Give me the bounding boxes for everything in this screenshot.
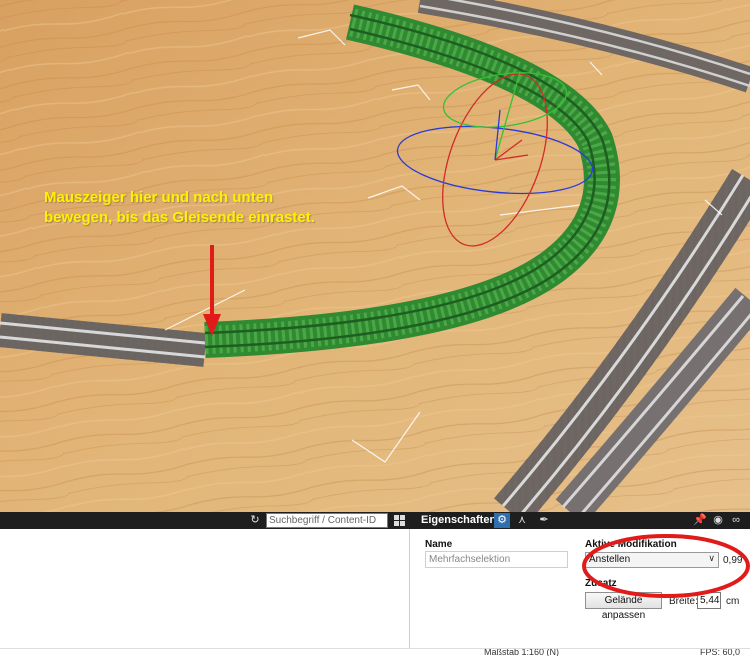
properties-title: Eigenschaften: [421, 514, 497, 526]
eye-icon[interactable]: ◉: [710, 513, 726, 528]
catalog-list[interactable]: ›: [0, 529, 410, 656]
chevron-down-icon: ∨: [708, 553, 715, 563]
name-label: Name: [425, 539, 453, 550]
properties-toolbar: Eigenschaften ⚙ ⋏ ✒ 📌 ◉ ∞: [410, 512, 750, 529]
width-label: Breite:: [669, 596, 698, 607]
extra-label: Zusatz: [585, 578, 617, 589]
catalog-search-input[interactable]: [266, 513, 388, 528]
instruction-annotation: Mauszeiger hier und nach unten bewegen, …: [44, 188, 404, 228]
instruction-line-2: bewegen, bis das Gleisende einrastet.: [44, 209, 315, 226]
refresh-icon[interactable]: ↻: [249, 514, 261, 526]
modification-select-value: Anstellen: [589, 554, 631, 565]
width-input[interactable]: 5,44: [697, 592, 721, 609]
modification-select[interactable]: Anstellen ∨: [585, 552, 719, 568]
width-unit: cm: [726, 596, 740, 607]
status-scale: Maßstab 1:160 (N): [484, 648, 560, 656]
status-bar: Maßstab 1:160 (N) FPS: 60,0: [0, 648, 750, 656]
active-modification-label: Aktive Modifikation: [585, 539, 677, 550]
instruction-line-1: Mauszeiger hier und nach unten: [44, 189, 274, 206]
adjust-terrain-button[interactable]: Gelände anpassen: [585, 592, 662, 621]
paint-icon[interactable]: ✒: [536, 513, 552, 528]
settings-icon[interactable]: ⚙: [494, 513, 510, 528]
link-icon[interactable]: ∞: [728, 513, 744, 528]
grid-view-icon[interactable]: [394, 515, 405, 526]
bottom-panel: ↻ › Eigenschaften ⚙ ⋏ ✒ 📌 ◉ ∞: [0, 512, 750, 656]
pin-icon[interactable]: 📌: [692, 513, 708, 528]
name-field[interactable]: Mehrfachselektion: [425, 551, 568, 568]
status-fps: FPS: 60,0: [700, 648, 741, 656]
catalog-toolbar: ↻: [0, 512, 410, 529]
3d-viewport[interactable]: Mauszeiger hier und nach unten bewegen, …: [0, 0, 750, 512]
hierarchy-icon[interactable]: ⋏: [514, 513, 530, 528]
scene-render: [0, 0, 750, 512]
modification-amount: 0,99: [723, 555, 743, 566]
